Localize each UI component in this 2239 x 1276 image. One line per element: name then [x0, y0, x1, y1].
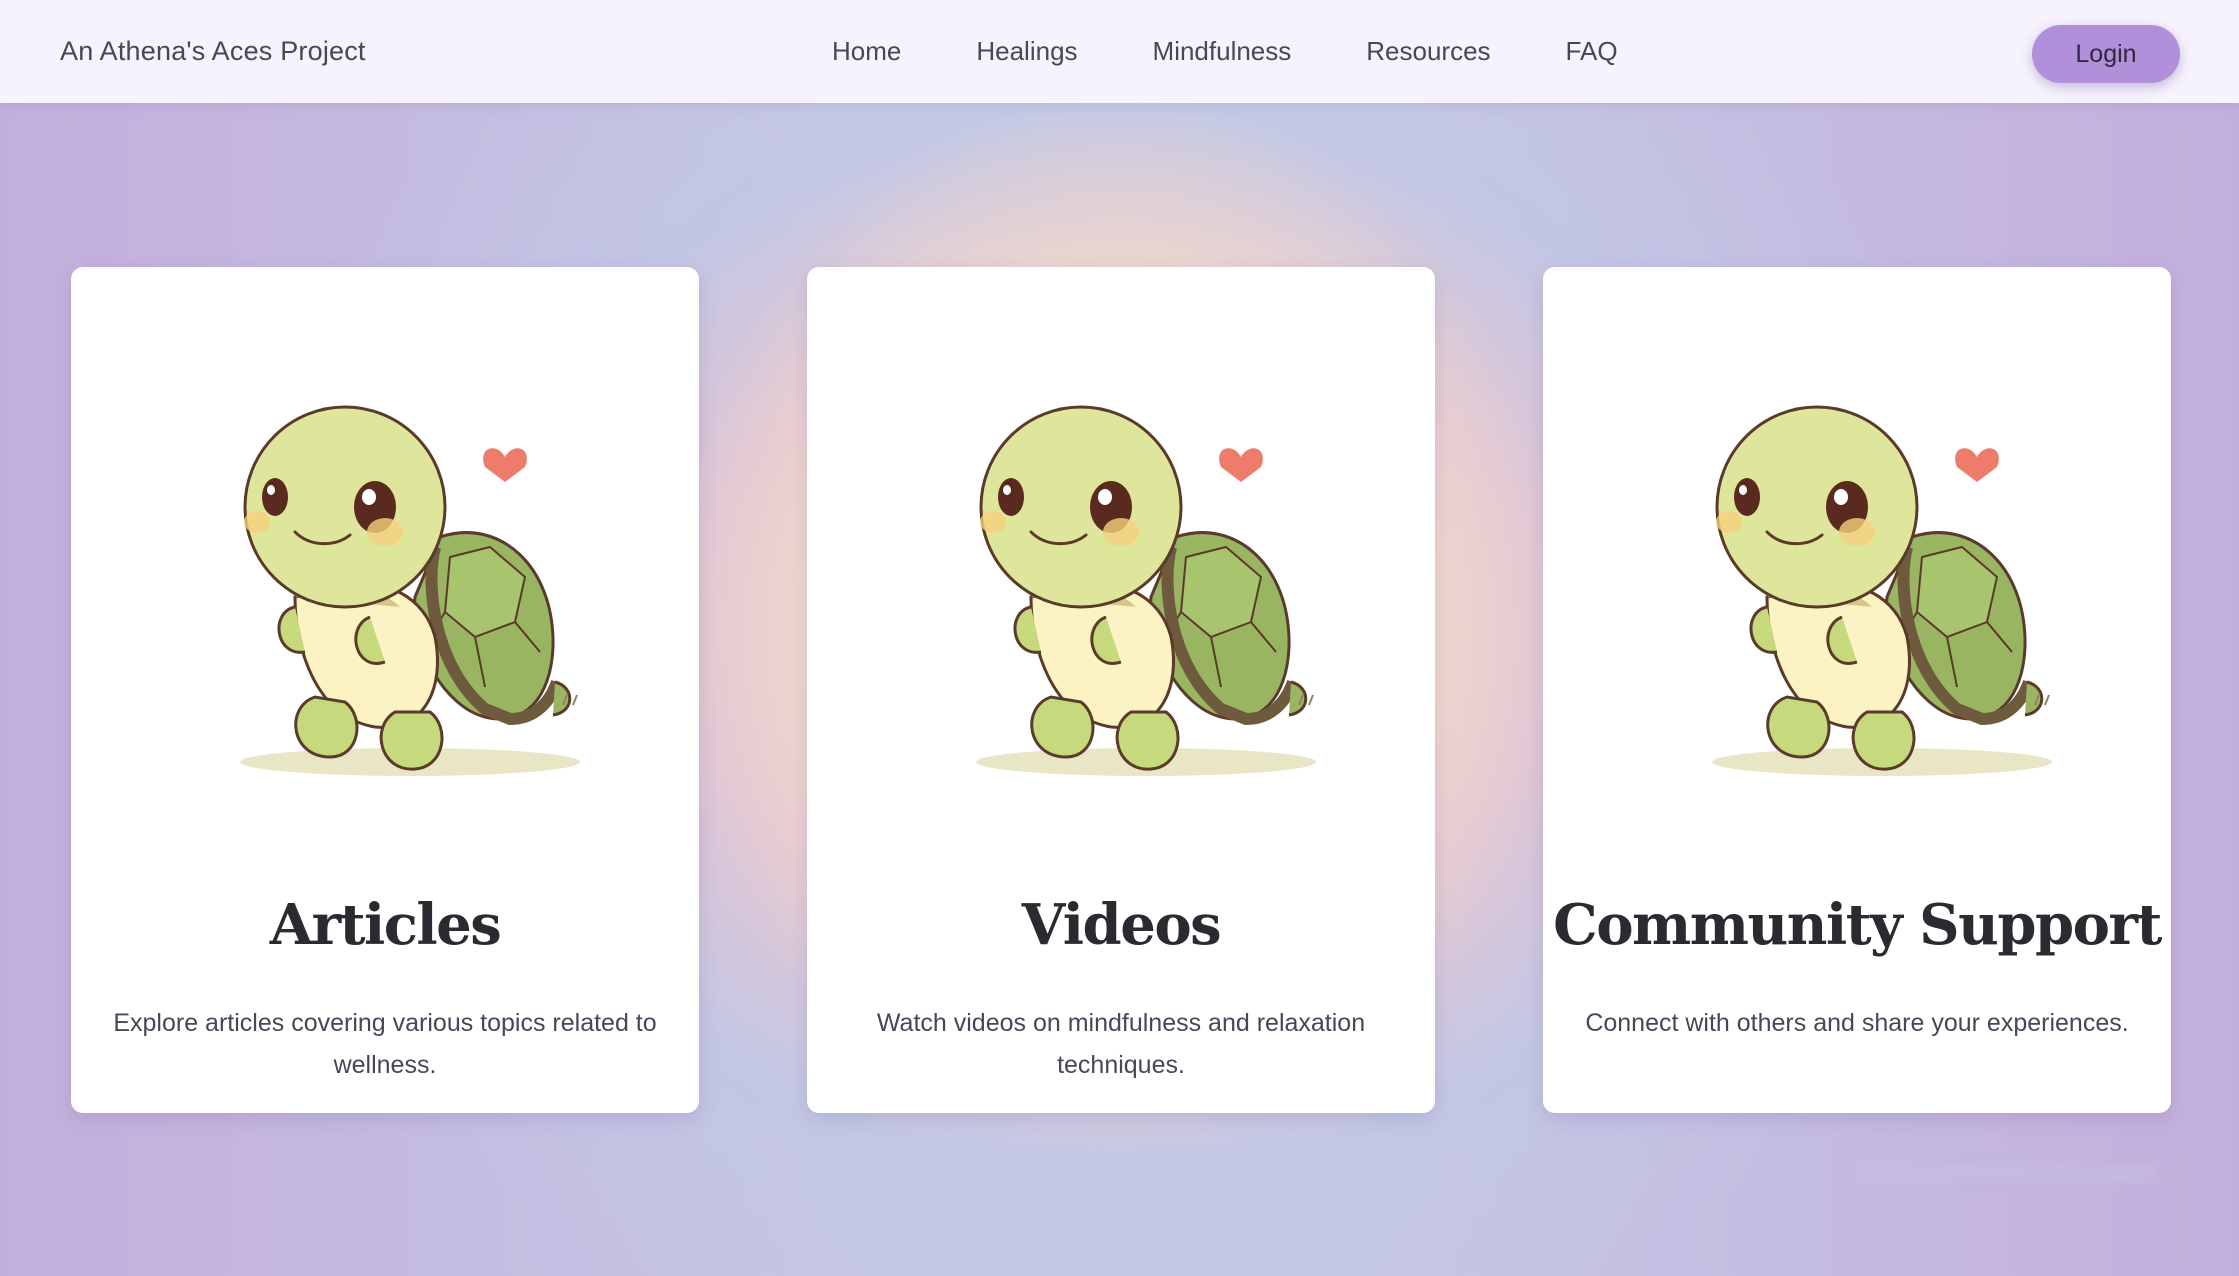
nav-link-resources[interactable]: Resources	[1366, 36, 1490, 67]
card-title: Videos	[1021, 892, 1222, 958]
card-articles[interactable]: Articles Explore articles covering vario…	[71, 267, 699, 1113]
login-button[interactable]: Login	[2032, 25, 2180, 83]
turtle-illustration	[1712, 405, 2052, 776]
turtle-illustration	[976, 405, 1316, 776]
top-navbar: An Athena's Aces Project Home Healings M…	[0, 0, 2239, 103]
card-title: Articles	[269, 892, 502, 958]
blurred-watermark	[1855, 1163, 2160, 1183]
card-community-support[interactable]: Community Support Connect with others an…	[1543, 267, 2171, 1113]
feature-cards: Articles Explore articles covering vario…	[71, 267, 2171, 1113]
turtle-illustration	[240, 405, 580, 776]
nav-link-faq[interactable]: FAQ	[1566, 36, 1618, 67]
card-title: Community Support	[1553, 892, 2162, 958]
card-description: Connect with others and share your exper…	[1585, 1009, 2129, 1037]
card-description: Explore articles covering various topics…	[113, 1009, 657, 1079]
nav-link-mindfulness[interactable]: Mindfulness	[1153, 36, 1292, 67]
nav-link-home[interactable]: Home	[832, 36, 901, 67]
card-description: Watch videos on mindfulness and relaxati…	[876, 1009, 1366, 1079]
main-nav: Home Healings Mindfulness Resources FAQ	[832, 36, 1693, 67]
nav-link-healings[interactable]: Healings	[976, 36, 1077, 67]
card-videos[interactable]: Videos Watch videos on mindfulness and r…	[807, 267, 1435, 1113]
brand-name[interactable]: An Athena's Aces Project	[60, 36, 366, 67]
